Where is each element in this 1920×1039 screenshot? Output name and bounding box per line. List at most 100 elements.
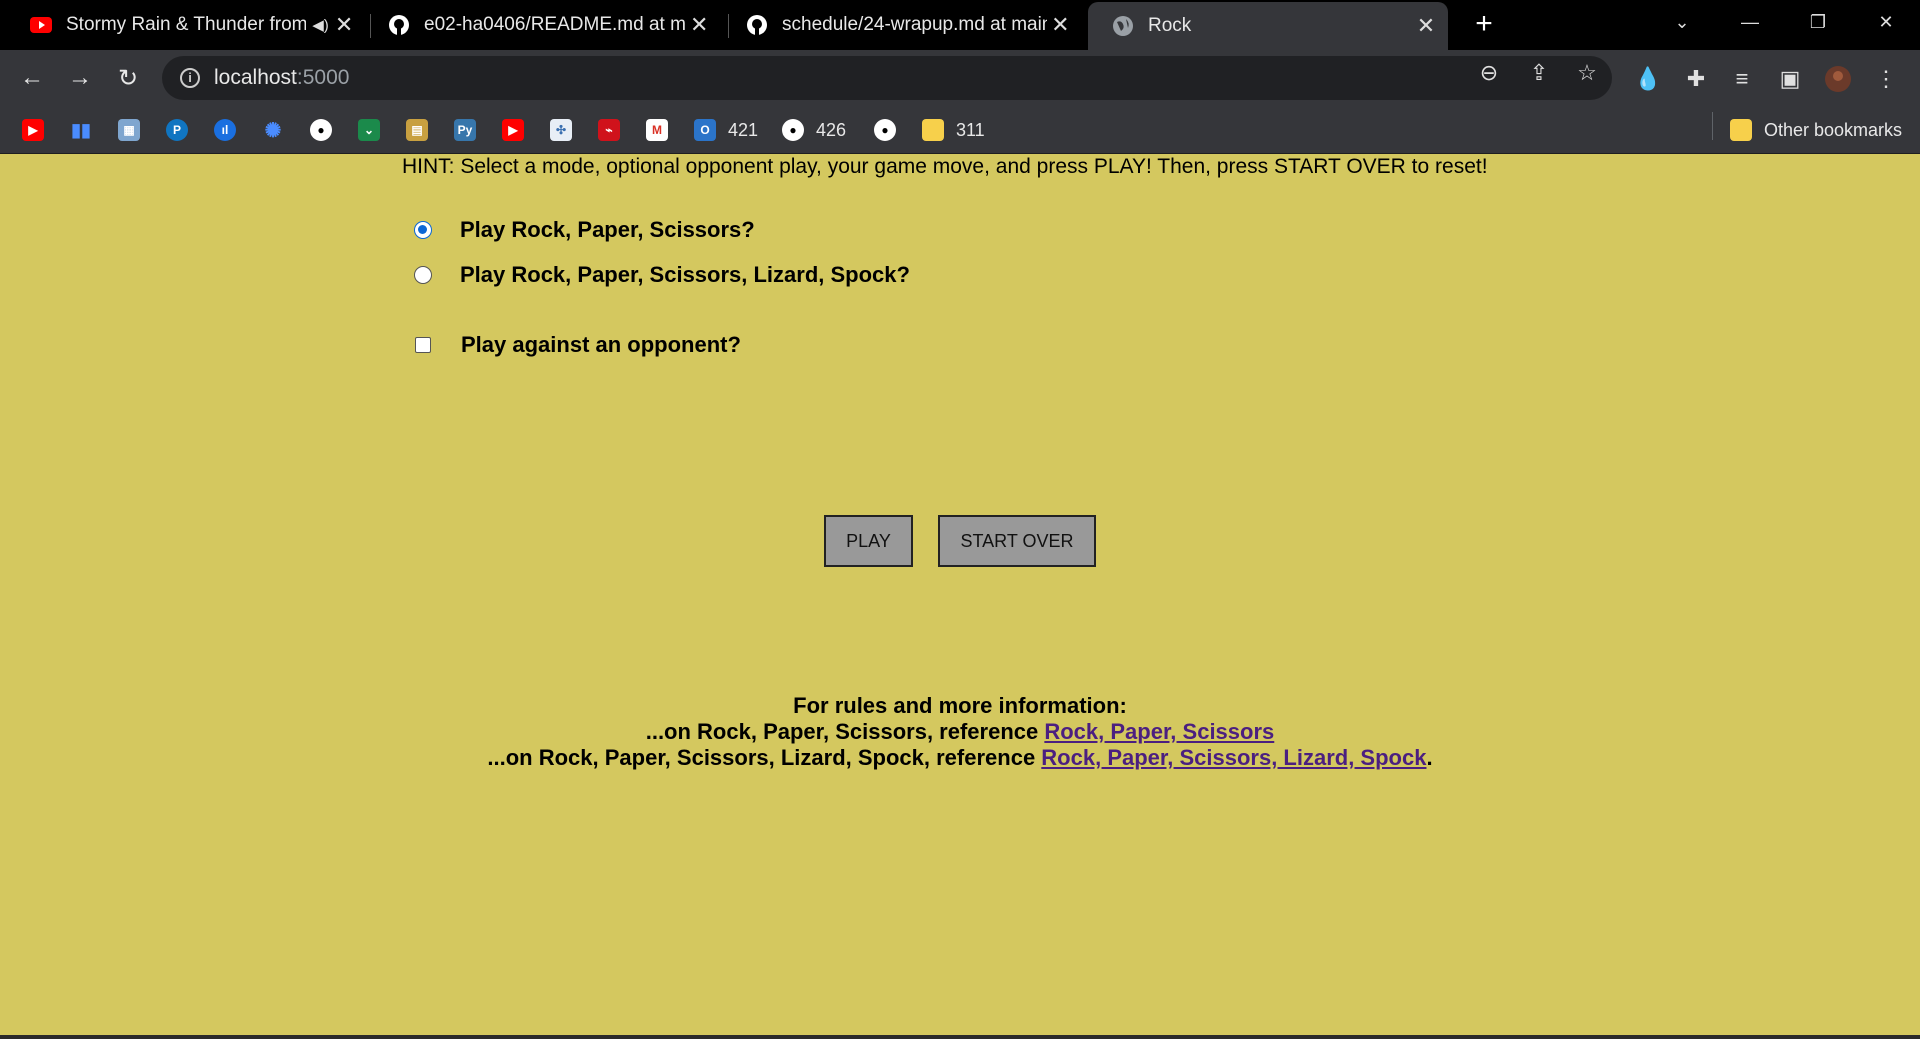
python-icon: Py xyxy=(454,119,476,141)
bookmark-red[interactable]: ⌁ xyxy=(598,118,620,142)
rpsls-reference: ...on Rock, Paper, Scissors, Lizard, Spo… xyxy=(487,745,1433,770)
bar-chart-icon: ▮▮ xyxy=(70,119,92,141)
browser-toolbar: ← → ↻ i localhost:5000 ⊖ ⇪ ☆ 💧 ✚ ≡ ▣ ⋮ xyxy=(0,50,1920,106)
bookmarks-divider xyxy=(1712,112,1713,140)
restore-icon[interactable]: ❐ xyxy=(1784,0,1852,44)
bookmark-gear[interactable]: ✺ xyxy=(262,118,284,142)
folder-icon xyxy=(1730,119,1752,141)
youtube-icon: ▶ xyxy=(502,119,524,141)
new-tab-button[interactable]: + xyxy=(1466,7,1502,43)
tab-strip: Stormy Rain & Thunder from ◀) ✕ e02-ha04… xyxy=(0,0,1920,50)
bookmark-youtube-2[interactable]: ▶ xyxy=(502,118,524,142)
rps-link[interactable]: Rock, Paper, Scissors xyxy=(1044,719,1274,744)
window-controls: ⌄ — ❐ ✕ xyxy=(1648,0,1920,50)
tab-youtube[interactable]: Stormy Rain & Thunder from ◀) ✕ xyxy=(6,0,366,50)
side-panel-icon[interactable]: ▣ xyxy=(1776,65,1804,93)
url-text[interactable]: localhost:5000 xyxy=(214,66,349,90)
rules-info: For rules and more information: ...on Ro… xyxy=(0,693,1920,771)
minimize-icon[interactable]: — xyxy=(1716,0,1784,44)
forward-icon[interactable]: → xyxy=(62,60,98,96)
insights-icon: ıl xyxy=(214,119,236,141)
bookmark-puzzle[interactable]: ✣ xyxy=(550,118,572,142)
github-icon xyxy=(388,14,410,36)
building-icon: ▦ xyxy=(118,119,140,141)
bookmark-analytics[interactable]: ▮▮ xyxy=(70,118,92,142)
bus-icon: ▤ xyxy=(406,119,428,141)
other-bookmarks[interactable]: Other bookmarks xyxy=(1730,118,1902,142)
bookmark-folder-311[interactable]: 311 xyxy=(922,118,985,142)
tab-title: schedule/24-wrapup.md at main xyxy=(782,14,1047,35)
youtube-icon: ▶ xyxy=(22,119,44,141)
speaker-icon[interactable]: ◀) xyxy=(312,16,330,34)
bookmark-count: 311 xyxy=(956,119,985,140)
tab-title: Rock xyxy=(1148,15,1192,36)
avatar[interactable] xyxy=(1824,65,1852,93)
tab-title: Stormy Rain & Thunder from xyxy=(66,14,307,35)
site-info-icon[interactable]: i xyxy=(180,68,200,88)
menu-icon[interactable]: ⋮ xyxy=(1872,65,1900,93)
reload-icon[interactable]: ↻ xyxy=(110,60,146,96)
mode-rps-label: Play Rock, Paper, Scissors? xyxy=(460,217,755,242)
opponent-label: Play against an opponent? xyxy=(461,332,741,357)
bookmark-count: 421 xyxy=(728,119,759,140)
close-window-icon[interactable]: ✕ xyxy=(1852,0,1920,44)
bookmark-github[interactable]: ● xyxy=(310,118,332,142)
opponent-option[interactable]: Play against an opponent? xyxy=(414,332,741,358)
close-tab-icon[interactable]: ✕ xyxy=(686,12,712,38)
zoom-out-icon[interactable]: ⊖ xyxy=(1476,60,1502,86)
youtube-icon xyxy=(30,14,52,36)
horizontal-scrollbar[interactable] xyxy=(0,1035,1920,1039)
bookmark-bus[interactable]: ▤ xyxy=(406,118,428,142)
hint-text: HINT: Select a mode, optional opponent p… xyxy=(402,155,1488,178)
address-bar[interactable]: i localhost:5000 xyxy=(162,56,1612,100)
media-control-icon[interactable]: ≡ xyxy=(1728,65,1756,93)
page-content: HINT: Select a mode, optional opponent p… xyxy=(0,155,1920,1035)
bookmark-bank[interactable]: ▦ xyxy=(118,118,140,142)
start-over-button[interactable]: START OVER xyxy=(938,515,1096,567)
opponent-checkbox[interactable] xyxy=(415,337,431,353)
rpsls-link[interactable]: Rock, Paper, Scissors, Lizard, Spock xyxy=(1041,745,1426,770)
share-icon[interactable]: ⇪ xyxy=(1526,60,1552,86)
github-icon: ● xyxy=(782,119,804,141)
mode-rpsls-option[interactable]: Play Rock, Paper, Scissors, Lizard, Spoc… xyxy=(414,262,910,288)
tab-search-icon[interactable]: ⌄ xyxy=(1648,0,1716,44)
close-tab-icon[interactable]: ✕ xyxy=(330,12,358,38)
globe-icon xyxy=(1112,15,1134,37)
play-button[interactable]: PLAY xyxy=(824,515,913,567)
bookmark-gmail[interactable]: M xyxy=(646,118,668,142)
github-icon: ● xyxy=(874,119,896,141)
bookmark-python[interactable]: Py xyxy=(454,118,476,142)
close-tab-icon[interactable]: ✕ xyxy=(1047,12,1074,38)
github-icon: ● xyxy=(310,119,332,141)
mode-rpsls-radio[interactable] xyxy=(414,266,432,284)
rules-heading: For rules and more information: xyxy=(793,693,1127,718)
mode-rpsls-label: Play Rock, Paper, Scissors, Lizard, Spoc… xyxy=(460,262,910,287)
back-icon[interactable]: ← xyxy=(14,60,50,96)
puzzle-icon: ✣ xyxy=(550,119,572,141)
bookmark-youtube[interactable]: ▶ xyxy=(22,118,44,142)
folder-icon xyxy=(922,119,944,141)
raindrop-extension-icon[interactable]: 💧 xyxy=(1634,65,1662,93)
bookmark-github-426[interactable]: ● 426 xyxy=(782,118,846,142)
outlook-icon: O xyxy=(694,119,716,141)
bookmark-pearson[interactable]: P xyxy=(166,118,188,142)
bookmark-star-icon[interactable]: ☆ xyxy=(1574,60,1600,86)
tab-rock[interactable]: Rock ✕ xyxy=(1088,2,1448,50)
gmail-icon: M xyxy=(646,119,668,141)
tab-readme[interactable]: e02-ha0406/README.md at main ✕ xyxy=(364,0,720,50)
red-logo-icon: ⌁ xyxy=(598,119,620,141)
bookmark-count: 426 xyxy=(816,119,847,140)
bookmark-chart[interactable]: ⌄ xyxy=(358,118,380,142)
trend-icon: ⌄ xyxy=(358,119,380,141)
mode-rps-radio[interactable] xyxy=(414,221,432,239)
pearson-icon: P xyxy=(166,119,188,141)
bookmark-outlook[interactable]: O 421 xyxy=(694,118,758,142)
close-tab-icon[interactable]: ✕ xyxy=(1412,13,1440,39)
extensions-icon[interactable]: ✚ xyxy=(1682,65,1710,93)
bookmark-insights[interactable]: ıl xyxy=(214,118,236,142)
gear-icon: ✺ xyxy=(262,119,284,142)
rps-reference: ...on Rock, Paper, Scissors, reference R… xyxy=(645,719,1275,744)
bookmark-github-3[interactable]: ● xyxy=(874,118,896,142)
mode-rps-option[interactable]: Play Rock, Paper, Scissors? xyxy=(414,217,755,243)
tab-schedule[interactable]: schedule/24-wrapup.md at main ✕ xyxy=(722,0,1082,50)
